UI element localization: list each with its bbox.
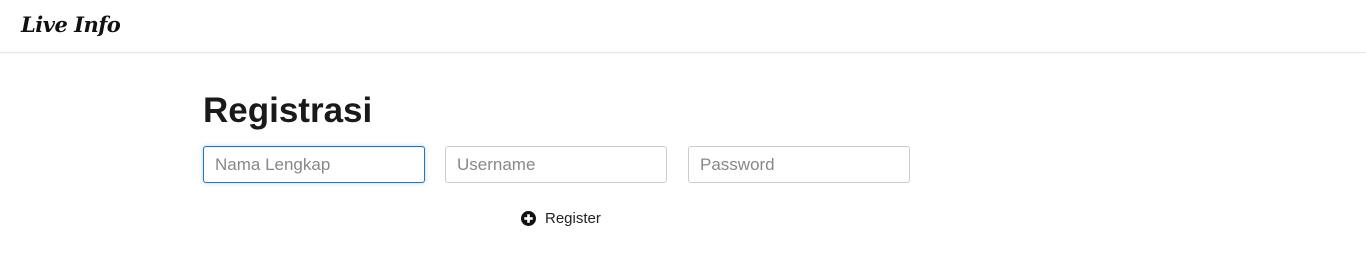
- plus-circle-icon: [521, 210, 536, 226]
- register-label: Register: [545, 209, 601, 227]
- navbar: Live Info: [0, 0, 1366, 53]
- username-field[interactable]: [445, 146, 667, 183]
- register-button[interactable]: Register: [521, 206, 601, 230]
- page-title: Registrasi: [203, 91, 373, 130]
- full-name-field[interactable]: [203, 146, 425, 183]
- password-field[interactable]: [688, 146, 910, 183]
- brand-logo[interactable]: Live Info: [21, 12, 121, 37]
